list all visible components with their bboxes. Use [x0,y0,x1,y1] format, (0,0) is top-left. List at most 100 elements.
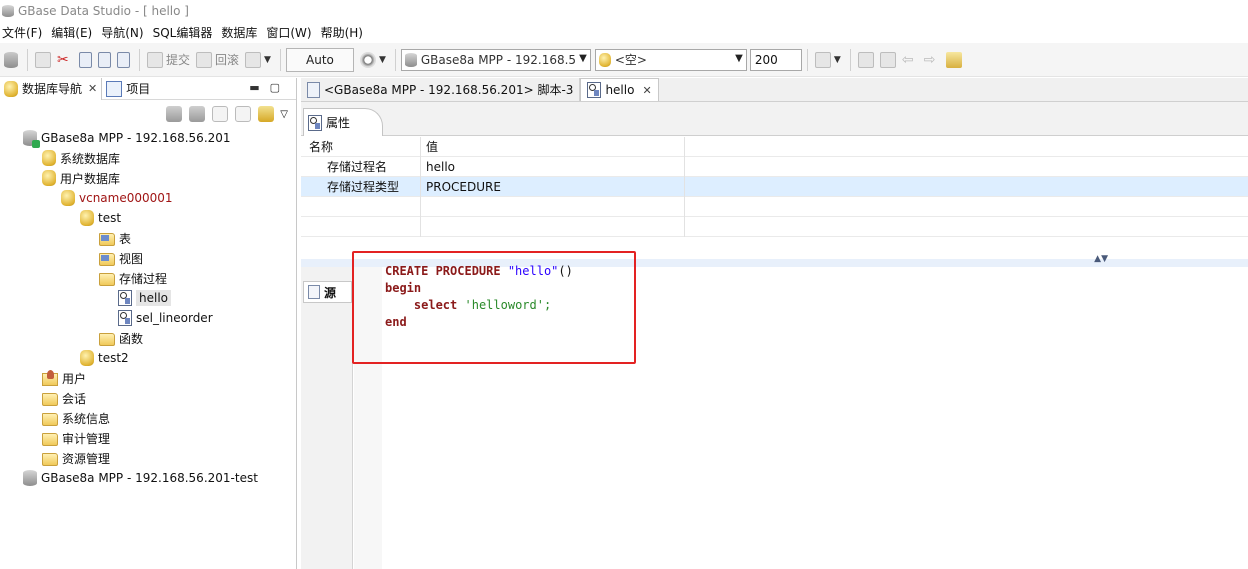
server-icon [23,130,40,148]
table-row-selected[interactable]: 存储过程类型 PROCEDURE [301,176,1248,197]
menu-file[interactable]: 文件(F) [0,24,49,41]
menu-edit[interactable]: 编辑(E) [49,24,99,41]
tree-node-server[interactable]: GBase8a MPP - 192.168.56.201 [23,128,231,148]
tree-node-audit[interactable]: 审计管理 [42,428,110,448]
save-button[interactable] [856,48,876,72]
tree-node-tables[interactable]: 表 [99,228,131,248]
chevron-down-icon: ▼ [579,52,587,64]
tree-node-system-info[interactable]: 系统信息 [42,408,110,428]
empty-cell [421,216,685,237]
connection-value: GBase8a MPP - 192.168.5 [420,52,577,67]
tree-node-test[interactable]: test [80,208,121,228]
history-button[interactable]: ▼ [358,48,388,72]
tree-node-server-test[interactable]: GBase8a MPP - 192.168.56.201-test [23,468,258,488]
properties-table: 名称 值 存储过程名 hello 存储过程类型 PROCEDURE [301,136,1248,237]
filter-icon[interactable] [212,106,229,122]
toolbar-separator [394,48,396,71]
database-icon [598,52,611,67]
server-icon [23,470,37,486]
tree-node-sel-lineorder[interactable]: sel_lineorder [118,308,213,328]
navigator-toolbar: ▽ [0,100,296,128]
table-row[interactable]: 存储过程名 hello [301,156,1248,177]
tree-node-vc[interactable]: vcname000001 [61,188,173,208]
collapse-arrows-icon[interactable]: ▲▼ [1094,254,1108,264]
menu-database[interactable]: 数据库 [219,24,264,41]
revert-button[interactable] [878,48,898,72]
minimize-maximize-icon[interactable]: ▬▢ [249,81,290,94]
left-panel-tabs: 数据库导航 ✕ 项目 ▬▢ [0,77,296,100]
database-group-icon [42,170,56,186]
database-group-icon [42,150,56,166]
server-icon [404,52,417,67]
transaction-mode-button[interactable]: ▼ [243,48,273,72]
script-recent-icon [117,51,130,68]
tree-node-hello[interactable]: hello [118,288,171,308]
new-connection-button[interactable] [2,48,20,72]
tree-node-functions[interactable]: 函数 [99,328,143,348]
commit-label: 提交 [166,53,191,67]
tab-script-3[interactable]: <GBase8a MPP - 192.168.56.201> 脚本-3 [301,78,581,101]
procedure-icon [308,114,322,131]
connect-button[interactable] [33,48,53,72]
schema-value: <空> [614,53,647,67]
column-header-value[interactable]: 值 [421,136,685,157]
tree-node-procedures[interactable]: 存储过程 [99,268,167,288]
connection-select[interactable]: GBase8a MPP - 192.168.5 ▼ [400,48,591,71]
view-menu-icon[interactable]: ▽ [280,109,288,120]
back-button[interactable]: ⇦ [900,48,920,72]
tree-node-system-databases[interactable]: 系统数据库 [42,148,120,168]
tab-hello[interactable]: hello ✕ [580,78,659,101]
menu-help[interactable]: 帮助(H) [319,24,370,41]
tab-label: 项目 [126,82,151,96]
new-script-button[interactable] [77,48,94,72]
tree-node-test2[interactable]: test2 [80,348,129,368]
tab-properties[interactable]: 属性 [303,108,383,136]
chevron-down-icon: ▼ [833,54,841,65]
main-toolbar: ✂ 提交 回滚 ▼ Auto ▼ GBase8a MPP - 192.168.5… [0,43,1248,77]
script-open-icon [98,51,111,68]
tree-node-resources[interactable]: 资源管理 [42,448,110,468]
open-script-button[interactable] [96,48,113,72]
schema-select[interactable]: <空> ▼ [594,48,747,71]
table-header: 名称 值 [301,136,1248,157]
column-header-name[interactable]: 名称 [301,136,421,157]
transaction-icon [245,51,262,68]
last-edit-button[interactable] [944,48,964,72]
tree-node-users[interactable]: 用户 [42,368,86,388]
recent-script-button[interactable] [115,48,132,72]
menu-navigate[interactable]: 导航(N) [99,24,150,41]
script-icon [79,51,92,68]
cluster-icon [61,190,75,206]
close-icon[interactable]: ✕ [642,84,651,97]
disconnect-button[interactable]: ✂ [55,48,75,72]
rollback-icon [196,51,213,68]
close-icon[interactable]: ✕ [88,82,97,95]
add-connection-icon[interactable] [189,106,206,122]
collapse-all-icon[interactable] [235,106,252,122]
arrow-right-icon: ⇨ [923,51,936,68]
project-icon [106,80,123,97]
chevron-down-icon: ▼ [378,54,386,65]
tree-node-sessions[interactable]: 会话 [42,388,86,408]
format-button[interactable]: ▼ [813,48,843,72]
tab-label: hello [605,83,635,97]
tab-label: 数据库导航 [22,82,83,96]
tree-node-user-databases[interactable]: 用户数据库 [42,168,120,188]
title-bar: GBase Data Studio - [ hello ] [0,0,1248,22]
auto-commit-button[interactable]: Auto [285,47,354,72]
rollback-button[interactable]: 回滚 [194,48,241,72]
forward-button[interactable]: ⇨ [922,48,942,72]
tab-database-navigator[interactable]: 数据库导航 ✕ [0,77,103,100]
tree-node-views[interactable]: 视图 [99,248,143,268]
empty-cell [301,216,421,237]
tab-projects[interactable]: 项目 [102,78,154,100]
tab-source[interactable]: 源 [303,281,352,303]
commit-button[interactable]: 提交 [145,48,192,72]
max-rows-input[interactable] [749,48,802,71]
revert-icon [879,51,896,68]
link-editor-icon[interactable] [258,106,275,122]
connection-settings-icon[interactable] [166,106,183,122]
menu-sql-editor[interactable]: SQL编辑器 [151,24,220,41]
menu-window[interactable]: 窗口(W) [264,24,318,41]
menu-bar: 文件(F) 编辑(E) 导航(N) SQL编辑器 数据库 窗口(W) 帮助(H) [0,22,1248,42]
